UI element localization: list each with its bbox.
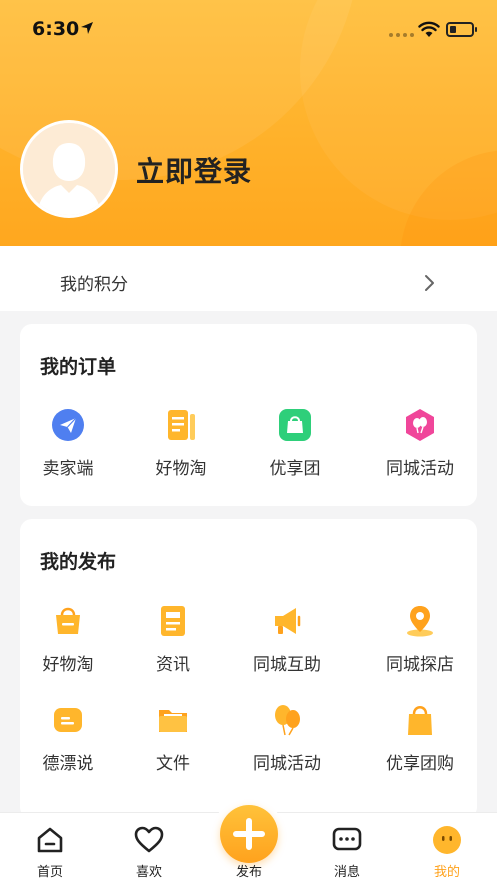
publish-item-label: 好物淘 — [42, 655, 94, 675]
tab-likes[interactable]: 喜欢 — [99, 813, 199, 883]
location-pin-icon — [407, 606, 433, 637]
default-user-icon — [23, 123, 115, 215]
publish-item-group-buy[interactable]: 优享团购 — [363, 703, 477, 774]
publish-item-files[interactable]: 文件 — [116, 703, 230, 774]
megaphone-icon — [275, 608, 301, 634]
shopping-bag-icon — [408, 706, 432, 735]
order-item-label: 同城活动 — [386, 459, 454, 479]
order-item-events[interactable]: 同城活动 — [363, 408, 477, 479]
order-item-label: 优享团 — [269, 459, 321, 479]
order-item-label: 好物淘 — [155, 459, 207, 479]
publish-item-label: 资讯 — [156, 655, 190, 675]
my-orders-title: 我的订单 — [40, 356, 117, 378]
folder-icon — [159, 710, 187, 732]
basket-icon — [56, 607, 80, 634]
chat-bubble-icon — [54, 708, 82, 732]
publish-button[interactable] — [220, 805, 278, 863]
shopping-bag-icon — [279, 409, 311, 441]
wifi-icon — [418, 21, 440, 37]
balloons-icon — [406, 409, 434, 441]
order-item-label: 卖家端 — [42, 459, 94, 479]
tab-publish-label: 发布 — [235, 865, 262, 880]
tab-home[interactable]: 首页 — [0, 813, 100, 883]
order-item-goods[interactable]: 好物淘 — [124, 408, 238, 479]
publish-item-label: 同城互助 — [253, 655, 321, 675]
tab-label: 喜欢 — [135, 865, 162, 880]
publish-item-store-explore[interactable]: 同城探店 — [363, 604, 477, 675]
publish-item-label: 同城活动 — [253, 754, 321, 774]
my-points-row[interactable]: 我的积分 — [0, 246, 497, 311]
tab-label: 消息 — [333, 865, 360, 880]
paper-plane-icon — [52, 409, 84, 441]
heart-icon — [134, 826, 164, 853]
profile-face-icon — [433, 826, 461, 854]
publish-item-mutual-help[interactable]: 同城互助 — [230, 604, 344, 675]
battery-icon — [446, 22, 477, 37]
tab-mine[interactable]: 我的 — [397, 813, 497, 883]
balloons-icon — [275, 705, 300, 736]
login-link[interactable]: 立即登录 — [136, 150, 252, 190]
status-time: 6:30 — [32, 18, 80, 40]
news-icon — [161, 606, 185, 636]
tab-messages[interactable]: 消息 — [297, 813, 397, 883]
tab-label: 首页 — [36, 865, 63, 880]
order-item-group[interactable]: 优享团 — [238, 408, 352, 479]
message-icon — [332, 827, 362, 851]
signal-icon — [389, 33, 414, 37]
plus-icon — [233, 818, 265, 850]
location-arrow-icon — [81, 22, 93, 34]
publish-item-news[interactable]: 资讯 — [116, 604, 230, 675]
my-publish-title: 我的发布 — [40, 551, 117, 573]
chevron-right-icon — [425, 275, 434, 291]
status-bar: 6:30 — [0, 0, 497, 56]
order-item-seller[interactable]: 卖家端 — [11, 408, 125, 479]
my-orders-card: 我的订单 卖家端 好物淘 优享团 同城活动 — [20, 324, 477, 506]
publish-item-label: 优享团购 — [386, 754, 454, 774]
publish-item-events[interactable]: 同城活动 — [230, 703, 344, 774]
publish-item-label: 同城探店 — [386, 655, 454, 675]
tab-label: 我的 — [433, 865, 460, 880]
publish-item-goods[interactable]: 好物淘 — [11, 604, 125, 675]
publish-item-label: 文件 — [156, 754, 190, 774]
publish-item-talk[interactable]: 德漂说 — [11, 703, 125, 774]
my-publish-card: 我的发布 好物淘 资讯 同城互助 同城探店 德漂说 文件 同城活动 优享团购 — [20, 519, 477, 819]
profile-header: 6:30 立即登录 — [0, 0, 497, 258]
document-list-icon — [168, 410, 195, 440]
avatar[interactable] — [20, 120, 118, 218]
home-icon — [37, 827, 63, 853]
publish-item-label: 德漂说 — [42, 754, 94, 774]
my-points-label: 我的积分 — [60, 275, 128, 295]
